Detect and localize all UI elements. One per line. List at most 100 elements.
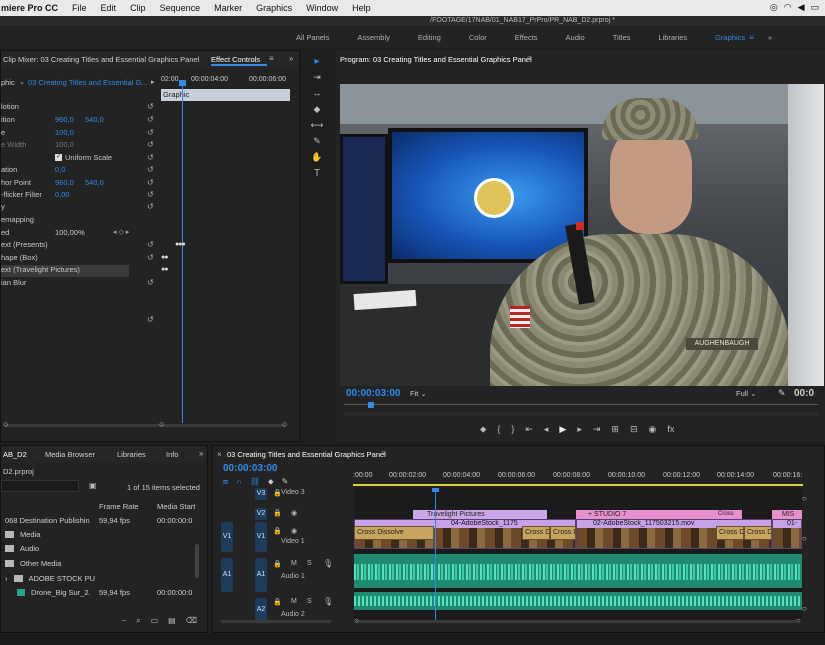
menu-sequence[interactable]: Sequence: [160, 3, 201, 13]
search-icon[interactable]: ⌕: [136, 616, 140, 630]
program-timecode[interactable]: 00:00:03:00: [346, 388, 400, 399]
reset-icon[interactable]: ↺: [147, 253, 154, 262]
anchor-x-value[interactable]: 960,0: [55, 178, 74, 187]
mic-icon[interactable]: 🎙: [323, 597, 333, 606]
creative-cloud-icon[interactable]: ◎: [770, 2, 778, 13]
keyframe-markers[interactable]: ●●: [161, 254, 169, 261]
scroll-handle-bottom[interactable]: ○: [802, 604, 807, 613]
solo-button[interactable]: S: [307, 560, 312, 567]
new-bin-icon[interactable]: ▭: [151, 616, 159, 630]
menu-clip[interactable]: Clip: [130, 3, 146, 13]
ec-row-opacity[interactable]: y ↺: [1, 202, 301, 214]
reset-icon[interactable]: ↺: [147, 153, 154, 162]
menu-graphics[interactable]: Graphics: [256, 3, 292, 13]
timeline-vscroll[interactable]: ○ ○ ○: [802, 494, 808, 620]
timeline-ruler[interactable]: :00:00 00:00:02:00 00:00:04:00 00:00:06:…: [353, 468, 825, 488]
extract-icon[interactable]: ⊟: [630, 424, 638, 435]
play-icon[interactable]: ▶: [559, 424, 566, 435]
graphic-clip-studio7[interactable]: + STUDIO 7: [576, 510, 716, 519]
audio-clip-a2[interactable]: [354, 592, 802, 610]
list-item[interactable]: Drone_Big Sur_2. 59,94 fps 00:00:00:0: [5, 588, 205, 597]
menu-marker[interactable]: Marker: [214, 3, 242, 13]
anchor-y-value[interactable]: 540,0: [85, 178, 104, 187]
reset-icon[interactable]: ↺: [147, 315, 154, 324]
workspace-effects[interactable]: Effects: [501, 33, 552, 42]
position-x-value[interactable]: 960,0: [55, 115, 74, 124]
reset-icon[interactable]: ↺: [147, 128, 154, 137]
step-back-icon[interactable]: ◂: [544, 424, 549, 435]
zoom-slider-icon[interactable]: ⎯: [122, 616, 126, 630]
keyframe-markers[interactable]: ●●: [161, 266, 169, 273]
ec-row-gaussian-blur[interactable]: ian Blur ↺: [1, 278, 301, 290]
program-zoom-bar[interactable]: [344, 412, 818, 416]
graphic-clip-cross[interactable]: Cross: [716, 510, 742, 519]
speed-value[interactable]: 100,00%: [55, 228, 85, 237]
ec-row-uniform-scale[interactable]: ✓ Uniform Scale ↺: [1, 153, 301, 165]
timeline-title[interactable]: 03 Creating Titles and Essential Graphic…: [227, 450, 386, 459]
panel-menu-icon[interactable]: ≡: [381, 449, 386, 458]
source-dropdown-icon[interactable]: ⌄: [19, 78, 25, 86]
tab-info[interactable]: Info: [166, 450, 179, 459]
battery-icon[interactable]: ▭: [810, 2, 819, 13]
workspace-all-panels[interactable]: All Panels: [282, 33, 343, 42]
ec-row-shape-box[interactable]: hape (Box) ↺: [1, 253, 301, 265]
fit-dropdown[interactable]: Fit ⌄: [410, 389, 427, 398]
col-frame-rate[interactable]: Frame Rate: [99, 502, 139, 511]
ec-row-position[interactable]: ition 960,0 540,0 ↺: [1, 115, 301, 127]
tab-effect-controls[interactable]: Effect Controls: [211, 55, 260, 64]
lock-icon[interactable]: 🔒: [273, 527, 282, 535]
reset-icon[interactable]: ↺: [147, 278, 154, 287]
reset-icon[interactable]: ↺: [147, 240, 154, 249]
ec-row-time-remapping[interactable]: emapping: [1, 215, 301, 227]
scale-value[interactable]: 100,0: [55, 128, 74, 137]
solo-button[interactable]: S: [307, 598, 312, 605]
video-clip-01[interactable]: 01-: [772, 519, 802, 549]
ec-scrollbar[interactable]: [5, 424, 285, 427]
export-frame-icon[interactable]: ◉: [649, 424, 657, 435]
transition-cross-dissolve[interactable]: Cross D: [550, 526, 576, 540]
reset-icon[interactable]: ↺: [147, 102, 154, 111]
timeline-timecode[interactable]: 00:00:03:00: [223, 463, 277, 474]
scroll-handle-top[interactable]: ○: [802, 494, 807, 503]
tab-clip-mixer[interactable]: Clip Mixer: 03 Creating Titles and Essen…: [3, 55, 199, 64]
reset-icon[interactable]: ↺: [147, 190, 154, 199]
slip-tool-icon[interactable]: ⟷: [305, 120, 329, 136]
sound-icon[interactable]: ◀: [798, 2, 805, 13]
scroll-handle-mid[interactable]: ○: [802, 534, 807, 543]
workspace-color[interactable]: Color: [455, 33, 501, 42]
reset-icon[interactable]: ↺: [147, 115, 154, 124]
lock-icon[interactable]: 🔒: [273, 598, 282, 606]
scroll-handle-right[interactable]: ○: [282, 419, 287, 429]
panel-expand-icon[interactable]: »: [199, 449, 203, 458]
list-item[interactable]: Media: [5, 530, 40, 539]
project-search-input[interactable]: [1, 480, 79, 492]
workspace-libraries[interactable]: Libraries: [644, 33, 701, 42]
graphic-clip-mis[interactable]: MIS: [772, 510, 802, 519]
ec-row-text-presents[interactable]: ext (Presents) ↺: [1, 240, 301, 252]
selection-tool-icon[interactable]: ▸: [305, 56, 329, 72]
sequence-name[interactable]: 03 Creating Titles and Essential G...: [28, 78, 148, 87]
ec-row-anchor-point[interactable]: hor Point 960,0 540,0 ↺: [1, 178, 301, 190]
menu-edit[interactable]: Edit: [101, 3, 117, 13]
zoom-handle-right[interactable]: ○: [796, 616, 801, 625]
transition-cross-dissolve[interactable]: Cross D: [744, 526, 772, 540]
timeline-hscroll[interactable]: [356, 620, 796, 623]
ec-row-rotation[interactable]: ation 0,0 ↺: [1, 165, 301, 177]
new-bin-from-search-icon[interactable]: ▣: [89, 481, 97, 490]
program-scrub-bar[interactable]: [344, 404, 818, 405]
reset-icon[interactable]: ↺: [147, 165, 154, 174]
reset-icon[interactable]: ↺: [147, 140, 154, 149]
header-scrollbar[interactable]: [221, 620, 331, 623]
menu-window[interactable]: Window: [306, 3, 338, 13]
transition-cross-dissolve[interactable]: Cross D: [522, 526, 550, 540]
track-v1-button[interactable]: V1: [255, 522, 267, 552]
audio-clip-a1[interactable]: [354, 554, 802, 588]
panel-expand-icon[interactable]: »: [289, 54, 293, 63]
timeline-tracks[interactable]: Travelight Pictures + STUDIO 7 Cross MIS…: [354, 488, 802, 622]
ec-playhead-handle[interactable]: [179, 80, 186, 86]
panel-menu-icon[interactable]: ≡: [527, 54, 532, 63]
project-scrollbar[interactable]: [195, 544, 199, 578]
ec-row-scale-width[interactable]: e Width 100,0 ↺: [1, 140, 301, 152]
disclosure-icon[interactable]: ›: [5, 574, 8, 583]
uniform-scale-checkbox[interactable]: ✓: [55, 154, 62, 161]
